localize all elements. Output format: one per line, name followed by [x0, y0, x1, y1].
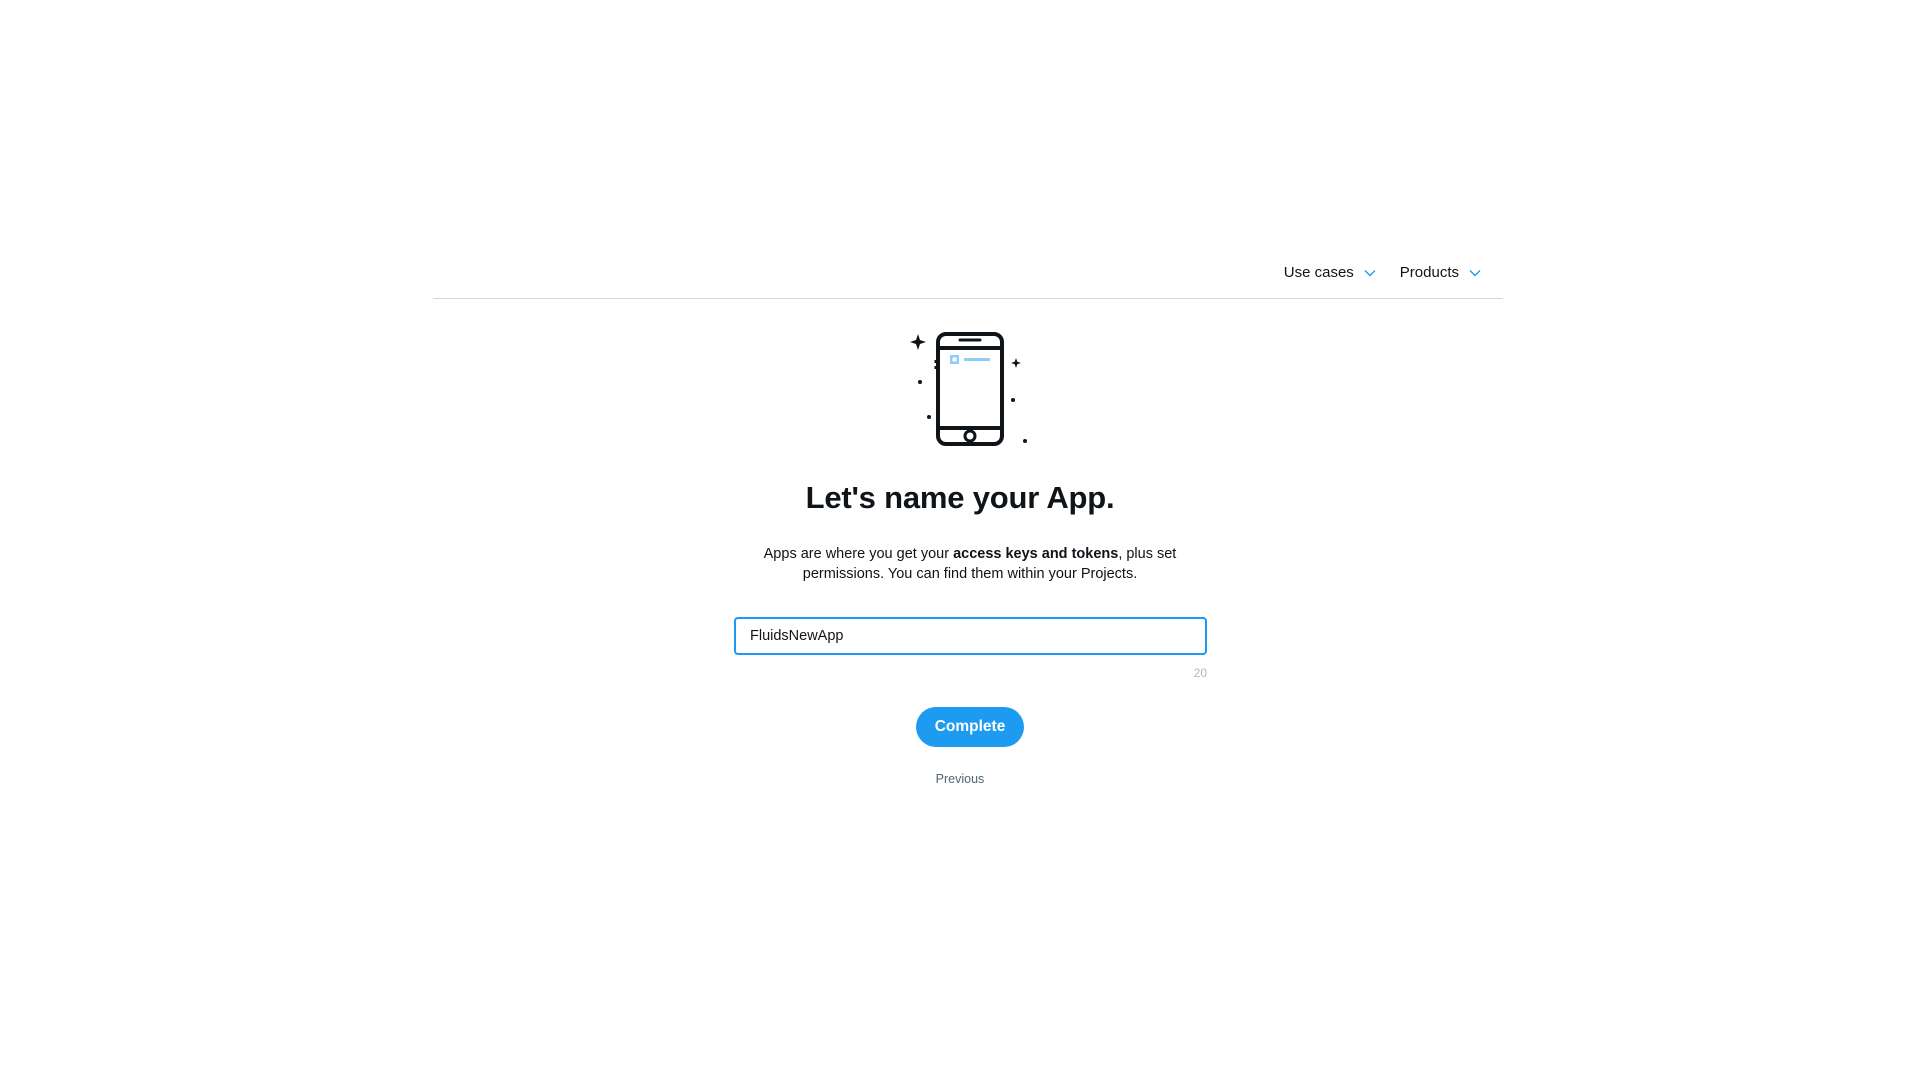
character-counter: 20 — [1193, 666, 1207, 680]
app-name-field-wrapper — [734, 617, 1207, 655]
complete-button[interactable]: Complete — [916, 707, 1024, 747]
previous-link[interactable]: Previous — [0, 772, 1920, 786]
description-text: Apps are where you get your — [763, 546, 954, 562]
nav-item-label: Products — [1399, 264, 1459, 281]
nav-menu: Use cases Products — [1284, 264, 1481, 281]
chevron-down-icon — [1364, 269, 1376, 276]
description-emphasis: access keys and tokens — [953, 546, 1119, 562]
nav-item-label: Use cases — [1283, 264, 1354, 281]
app-name-input[interactable] — [736, 619, 1205, 653]
page-title: Let's name your App. — [805, 480, 1115, 515]
chevron-down-icon — [1469, 269, 1481, 276]
top-navigation-bar: Use cases Products — [433, 256, 1503, 299]
page-description: Apps are where you get your access keys … — [760, 544, 1180, 584]
nav-item-use-cases[interactable]: Use cases — [1284, 264, 1376, 281]
nav-item-products[interactable]: Products — [1400, 264, 1481, 281]
smartphone-sparkle-icon — [910, 332, 1027, 446]
